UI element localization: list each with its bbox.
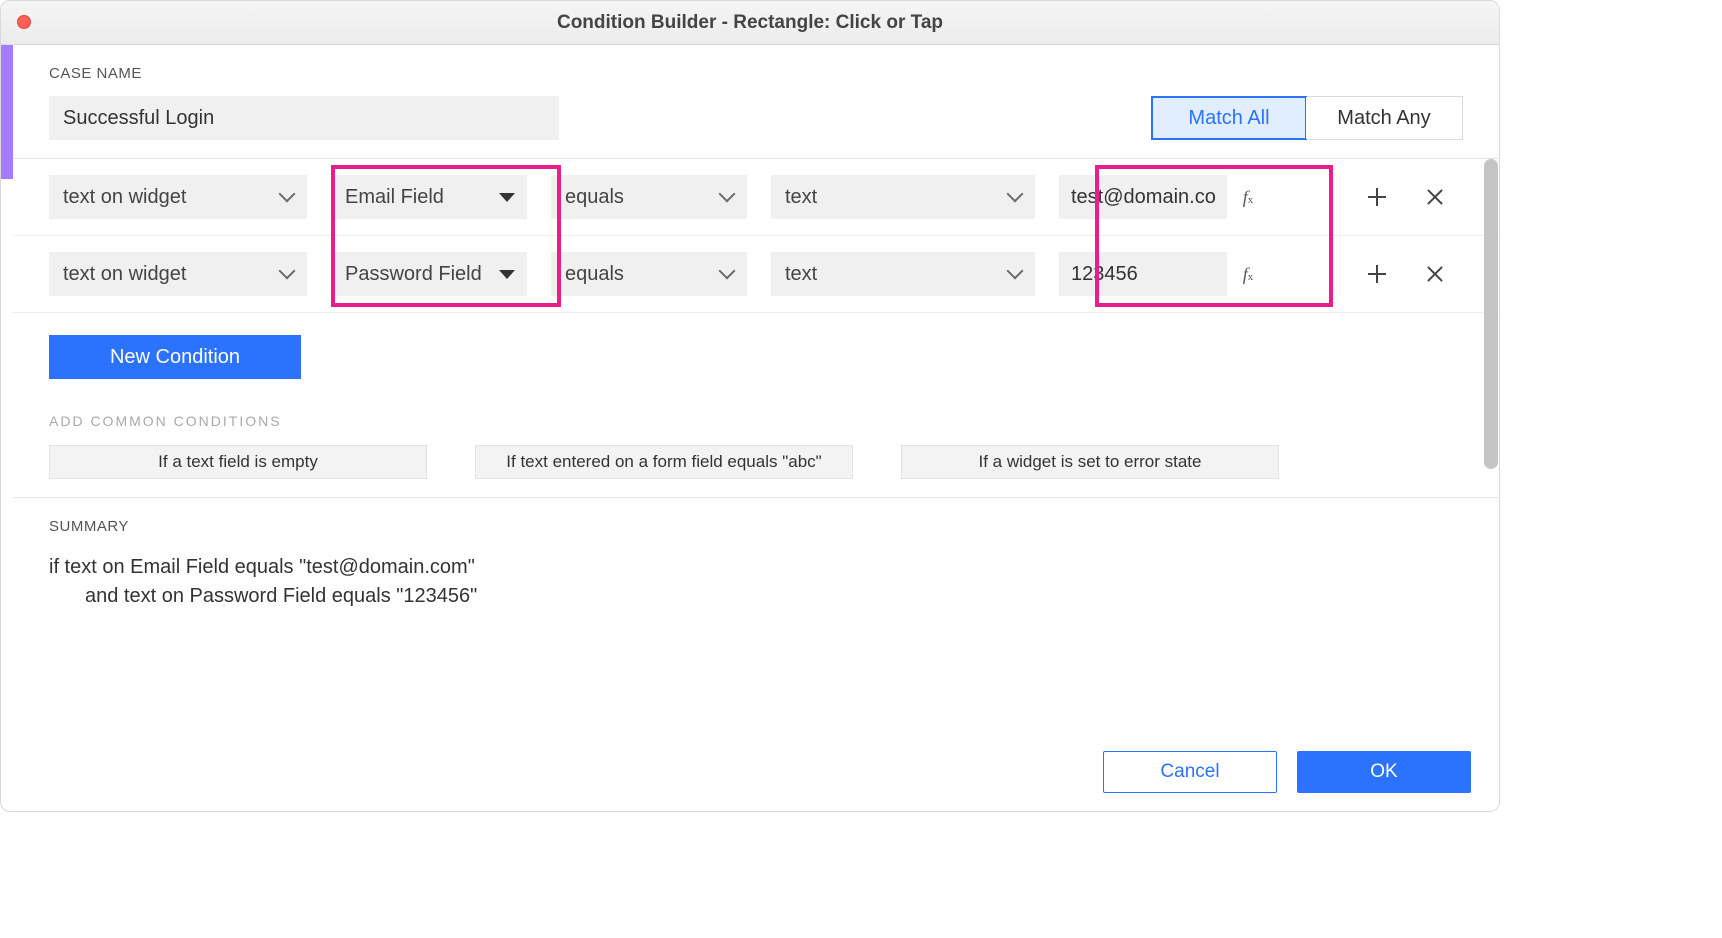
summary-line: and text on Password Field equals "12345… — [49, 582, 1463, 611]
cancel-button[interactable]: Cancel — [1103, 751, 1277, 793]
chevron-down-icon — [281, 190, 295, 204]
x-icon — [1426, 188, 1444, 206]
condition-type-value: text on widget — [63, 263, 186, 286]
triangle-down-icon — [499, 270, 515, 279]
footer-buttons: Cancel OK — [1103, 751, 1471, 793]
condition-compare-select[interactable]: text — [771, 252, 1035, 296]
match-toggle-group: Match All Match Any — [1151, 96, 1463, 140]
close-icon[interactable] — [17, 15, 31, 29]
condition-target-value: Email Field — [345, 186, 444, 209]
condition-value-cell: fx — [1059, 175, 1263, 219]
add-condition-icon[interactable] — [1363, 183, 1391, 211]
condition-operator-value: equals — [565, 186, 624, 209]
titlebar: Condition Builder - Rectangle: Click or … — [1, 1, 1499, 45]
condition-type-select[interactable]: text on widget — [49, 175, 307, 219]
chevron-down-icon — [281, 267, 295, 281]
condition-target-select[interactable]: Email Field — [331, 175, 527, 219]
match-any-button[interactable]: Match Any — [1306, 97, 1462, 139]
condition-operator-select[interactable]: equals — [551, 175, 747, 219]
condition-compare-select[interactable]: text — [771, 175, 1035, 219]
common-condition-button[interactable]: If a text field is empty — [49, 445, 427, 479]
common-conditions-label: ADD COMMON CONDITIONS — [49, 413, 1463, 429]
x-icon — [1426, 265, 1444, 283]
summary-line: if text on Email Field equals "test@doma… — [49, 556, 475, 578]
scrollbar[interactable] — [1483, 159, 1499, 469]
main-panel: CASE NAME Match All Match Any text on wi… — [13, 45, 1499, 811]
condition-type-select[interactable]: text on widget — [49, 252, 307, 296]
condition-operator-select[interactable]: equals — [551, 252, 747, 296]
ok-button[interactable]: OK — [1297, 751, 1471, 793]
triangle-down-icon — [499, 193, 515, 202]
fx-button[interactable]: fx — [1233, 175, 1263, 219]
case-section: CASE NAME Match All Match Any — [13, 45, 1499, 159]
remove-condition-icon[interactable] — [1421, 183, 1449, 211]
chevron-down-icon — [1009, 190, 1023, 204]
condition-target-select[interactable]: Password Field — [331, 252, 527, 296]
chevron-down-icon — [721, 267, 735, 281]
condition-row: text on widget Password Field equals tex… — [13, 236, 1499, 313]
condition-value-input[interactable] — [1059, 175, 1227, 219]
plus-icon — [1368, 188, 1386, 206]
condition-value-cell: fx — [1059, 252, 1263, 296]
summary-label: SUMMARY — [49, 518, 1463, 535]
condition-type-value: text on widget — [63, 186, 186, 209]
common-condition-button[interactable]: If a widget is set to error state — [901, 445, 1279, 479]
condition-compare-value: text — [785, 263, 817, 286]
condition-builder-window: Condition Builder - Rectangle: Click or … — [0, 0, 1500, 812]
plus-icon — [1368, 265, 1386, 283]
condition-target-value: Password Field — [345, 263, 482, 286]
common-condition-button[interactable]: If text entered on a form field equals "… — [475, 445, 853, 479]
left-accent-bar — [1, 45, 13, 179]
common-conditions-section: ADD COMMON CONDITIONS If a text field is… — [13, 389, 1499, 497]
condition-value-input[interactable] — [1059, 252, 1227, 296]
summary-text: if text on Email Field equals "test@doma… — [49, 553, 1463, 611]
content-area: CASE NAME Match All Match Any text on wi… — [1, 45, 1499, 811]
fx-button[interactable]: fx — [1233, 252, 1263, 296]
conditions-list: text on widget Email Field equals text — [13, 159, 1499, 313]
case-name-input[interactable] — [49, 96, 559, 140]
case-name-label: CASE NAME — [49, 65, 1463, 82]
chevron-down-icon — [721, 190, 735, 204]
condition-compare-value: text — [785, 186, 817, 209]
scrollbar-thumb[interactable] — [1484, 159, 1498, 469]
new-condition-button[interactable]: New Condition — [49, 335, 301, 379]
chevron-down-icon — [1009, 267, 1023, 281]
condition-row: text on widget Email Field equals text — [13, 159, 1499, 236]
summary-section: SUMMARY if text on Email Field equals "t… — [13, 497, 1499, 811]
condition-operator-value: equals — [565, 263, 624, 286]
new-condition-section: New Condition — [13, 313, 1499, 389]
match-all-button[interactable]: Match All — [1151, 96, 1307, 140]
window-title: Condition Builder - Rectangle: Click or … — [557, 12, 943, 34]
remove-condition-icon[interactable] — [1421, 260, 1449, 288]
add-condition-icon[interactable] — [1363, 260, 1391, 288]
